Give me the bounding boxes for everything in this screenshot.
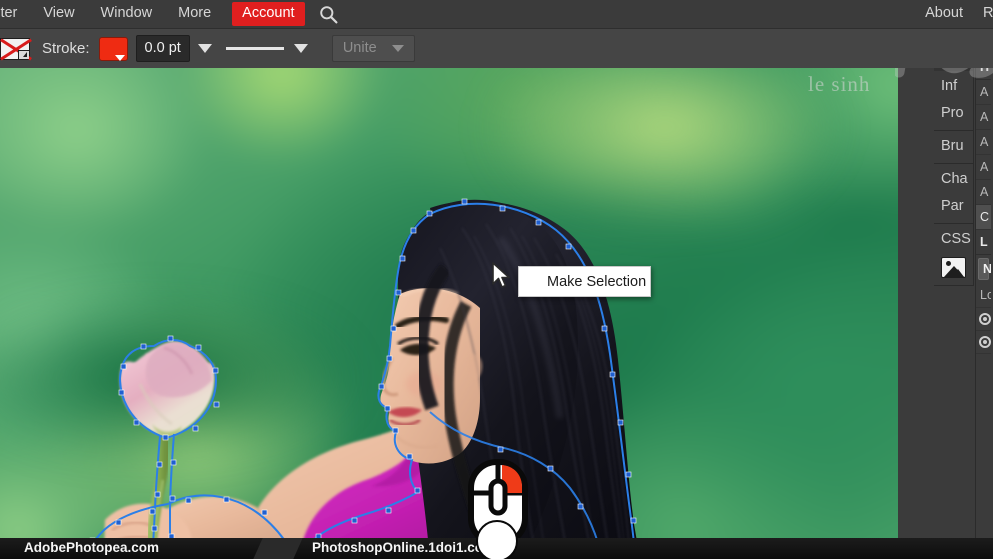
path-operation-select[interactable]: Unite xyxy=(331,35,415,62)
watermark-le-sinh-text: le sinh xyxy=(808,72,871,96)
watermark-bottom-left: AdobePhotopea.com xyxy=(24,540,160,555)
panel-tab-properties[interactable]: Pro xyxy=(934,100,973,127)
eye-icon[interactable] xyxy=(979,336,991,348)
panel-tab-group: Cha Par xyxy=(934,164,973,224)
canvas-viewport[interactable]: le sinh xyxy=(0,68,898,559)
layer-row[interactable] xyxy=(976,331,991,354)
menu-about[interactable]: About xyxy=(915,3,973,25)
layers-panel-title: L xyxy=(976,230,991,255)
panel-tab-group: CSS xyxy=(934,224,973,286)
no-fill-swatch[interactable] xyxy=(0,37,32,61)
panel-tab-image[interactable] xyxy=(934,253,973,282)
menu-report[interactable]: R xyxy=(973,3,993,25)
document-image[interactable]: le sinh xyxy=(0,68,898,559)
context-menu[interactable]: Make Selection xyxy=(518,266,651,297)
line-style-dropdown-icon[interactable] xyxy=(293,44,308,53)
chevron-down-icon xyxy=(114,54,125,61)
menu-account[interactable]: Account xyxy=(232,2,305,26)
panel-tab-character[interactable]: Cha xyxy=(934,166,973,193)
history-row-selected[interactable]: C xyxy=(976,205,991,230)
photopea-window: le sinh Make Selection H A A A A A C L N… xyxy=(0,0,993,559)
history-row[interactable]: A xyxy=(976,180,991,205)
watermark-bottom-right: PhotoshopOnline.1doi1.com xyxy=(312,540,496,555)
menu-bar: ilter View Window More Account About R xyxy=(0,0,993,28)
history-row[interactable]: A xyxy=(976,80,991,105)
mouse-pointer-cursor xyxy=(492,262,510,288)
history-row[interactable]: A xyxy=(976,105,991,130)
layer-blend-mode-select[interactable]: N xyxy=(978,258,991,280)
eye-icon[interactable] xyxy=(979,313,991,325)
panel-tab-paragraph[interactable]: Par xyxy=(934,193,973,220)
stroke-color-swatch[interactable] xyxy=(98,36,128,61)
layer-row[interactable] xyxy=(976,308,991,331)
menu-more[interactable]: More xyxy=(165,3,224,25)
panel-tab-group: Inf Pro xyxy=(934,71,973,131)
menu-filter[interactable]: ilter xyxy=(0,3,30,25)
path-operation-label: Unite xyxy=(342,40,377,56)
watermark-bar-divider xyxy=(253,538,303,559)
menu-bar-right: About R xyxy=(915,3,993,25)
tool-options-bar: Stroke: 0.0 pt Unite xyxy=(0,28,993,68)
chevron-down-icon xyxy=(391,44,404,52)
panel-tab-info[interactable]: Inf xyxy=(934,73,973,100)
menu-view[interactable]: View xyxy=(30,3,87,25)
history-row[interactable]: A xyxy=(976,155,991,180)
menu-window[interactable]: Window xyxy=(88,3,166,25)
panel-tab-column: <> Inf Pro Bru Cha Par CSS xyxy=(934,55,974,286)
stroke-width-dropdown-icon[interactable] xyxy=(197,44,212,53)
line-style-preview xyxy=(225,47,284,50)
panel-tab-group: Bru xyxy=(934,131,973,164)
mouse-scroll-wheel xyxy=(488,478,508,516)
search-icon xyxy=(320,5,338,23)
stroke-width-input[interactable]: 0.0 pt xyxy=(135,35,190,62)
history-row[interactable]: A xyxy=(976,130,991,155)
pen-path-selection[interactable] xyxy=(0,68,898,559)
stroke-label: Stroke: xyxy=(42,40,90,57)
watermark-circle-accent xyxy=(476,520,518,559)
search-button[interactable] xyxy=(315,1,343,27)
right-panels-column[interactable]: H A A A A A C L N Lo xyxy=(975,55,991,559)
panel-tab-css[interactable]: CSS xyxy=(934,226,973,253)
image-icon xyxy=(941,257,966,278)
watermark-bar: AdobePhotopea.com PhotoshopOnline.1doi1.… xyxy=(0,520,993,559)
layer-lock-label: Lo xyxy=(976,283,991,308)
panel-tab-brushes[interactable]: Bru xyxy=(934,133,973,160)
context-menu-item-make-selection[interactable]: Make Selection xyxy=(519,274,646,290)
panel-dock: H A A A A A C L N Lo <> Inf Pro Bru Cha xyxy=(898,55,993,559)
